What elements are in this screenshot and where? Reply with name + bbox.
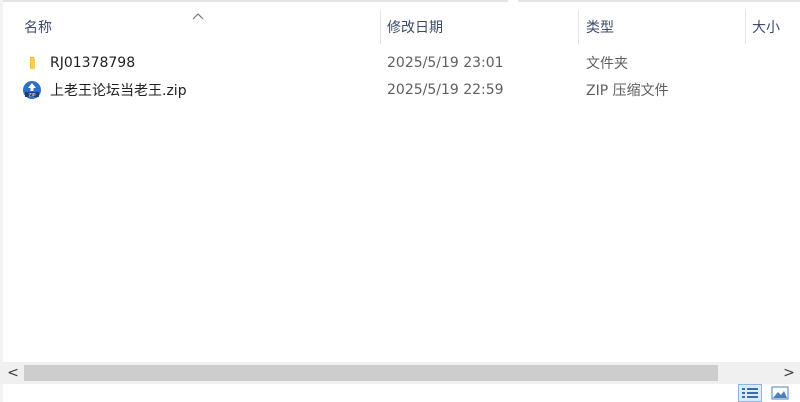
column-header-date-label: 修改日期 — [387, 20, 443, 36]
column-header-date-modified[interactable]: 修改日期 — [387, 8, 577, 46]
top-divider-left — [0, 0, 508, 2]
date-modified-cell: 2025/5/19 22:59 — [387, 82, 504, 98]
file-explorer-window: 名称 修改日期 类型 大小 RJ01378798 2025/5/19 23:01… — [0, 0, 800, 402]
column-divider[interactable] — [745, 10, 746, 44]
file-type-cell: ZIP 压缩文件 — [586, 83, 669, 99]
view-mode-toggles — [738, 384, 792, 402]
file-row[interactable]: RJ01378798 2025/5/19 23:01 文件夹 — [22, 50, 792, 76]
date-modified-cell: 2025/5/19 23:01 — [387, 55, 504, 71]
column-divider[interactable] — [380, 10, 381, 44]
svg-text:ZIP: ZIP — [28, 92, 35, 98]
file-type-cell: 文件夹 — [586, 56, 628, 72]
file-name: RJ01378798 — [50, 55, 136, 71]
details-view-icon — [742, 388, 758, 398]
scroll-thumb[interactable] — [24, 365, 718, 381]
large-icons-view-button[interactable] — [768, 384, 792, 402]
column-header-row: 名称 修改日期 类型 大小 — [0, 8, 800, 46]
horizontal-scrollbar[interactable]: < > — [0, 362, 800, 384]
file-name-cell: RJ01378798 — [22, 50, 362, 76]
column-header-type[interactable]: 类型 — [586, 8, 746, 46]
file-row[interactable]: ZIP 上老王论坛当老王.zip 2025/5/19 22:59 ZIP 压缩文… — [22, 77, 792, 103]
scroll-right-button[interactable]: > — [778, 362, 800, 384]
column-header-size[interactable]: 大小 — [752, 8, 800, 46]
column-header-size-label: 大小 — [752, 20, 780, 36]
column-header-name-label: 名称 — [24, 20, 52, 36]
scroll-left-button[interactable]: < — [2, 362, 24, 384]
column-divider[interactable] — [578, 10, 579, 44]
top-divider-right — [518, 0, 800, 2]
details-view-button[interactable] — [738, 384, 762, 402]
file-name-cell: ZIP 上老王论坛当老王.zip — [22, 77, 362, 103]
file-name: 上老王论坛当老王.zip — [50, 83, 187, 99]
zip-archive-icon: ZIP — [22, 80, 42, 100]
top-edge — [0, 0, 800, 4]
folder-icon — [22, 53, 42, 73]
column-header-type-label: 类型 — [586, 20, 614, 36]
large-icons-view-icon — [771, 386, 789, 400]
left-edge — [0, 0, 3, 402]
column-header-name[interactable]: 名称 — [24, 8, 379, 46]
